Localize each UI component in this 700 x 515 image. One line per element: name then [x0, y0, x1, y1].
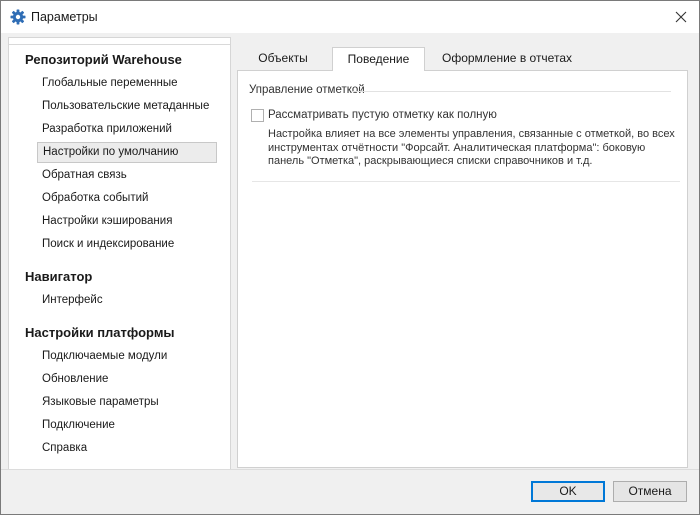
- nav-item-update[interactable]: Обновление: [37, 369, 217, 390]
- group-title: Управление отметкой: [249, 84, 365, 96]
- nav-divider: [9, 44, 230, 45]
- nav-item-search-indexing[interactable]: Поиск и индексирование: [37, 234, 217, 255]
- nav-item-caching-settings[interactable]: Настройки кэширования: [37, 211, 217, 232]
- nav-item-user-metadata[interactable]: Пользовательские метаданные: [37, 96, 217, 117]
- settings-dialog: Параметры Репозиторий Warehouse Глобальн…: [0, 0, 700, 515]
- treat-empty-selection-label[interactable]: Рассматривать пустую отметку как полную: [268, 109, 497, 121]
- nav-item-language[interactable]: Языковые параметры: [37, 392, 217, 413]
- title-bar: Параметры: [1, 1, 699, 33]
- nav-item-global-variables[interactable]: Глобальные переменные: [37, 73, 217, 94]
- window-title: Параметры: [31, 10, 98, 24]
- setting-description: Настройка влияет на все элементы управле…: [268, 128, 675, 167]
- tab-objects[interactable]: Объекты: [241, 47, 325, 70]
- nav-item-event-handling[interactable]: Обработка событий: [37, 188, 217, 209]
- close-icon[interactable]: [669, 5, 693, 29]
- tab-report-design[interactable]: Оформление в отчетах: [433, 47, 581, 70]
- group-divider: [351, 91, 671, 92]
- ok-button[interactable]: OK: [531, 481, 605, 502]
- description-divider: [252, 181, 680, 182]
- nav-item-feedback[interactable]: Обратная связь: [37, 165, 217, 186]
- gear-icon: [10, 9, 26, 25]
- nav-item-interface[interactable]: Интерфейс: [37, 290, 217, 311]
- nav-item-help[interactable]: Справка: [37, 438, 217, 459]
- nav-section-navigator-title: Навигатор: [25, 269, 93, 284]
- nav-item-app-development[interactable]: Разработка приложений: [37, 119, 217, 140]
- nav-item-connection[interactable]: Подключение: [37, 415, 217, 436]
- treat-empty-selection-checkbox[interactable]: [251, 109, 264, 122]
- nav-item-plugins[interactable]: Подключаемые модули: [37, 346, 217, 367]
- nav-section-warehouse-title: Репозиторий Warehouse: [25, 52, 182, 67]
- footer-divider: [1, 469, 699, 470]
- cancel-button[interactable]: Отмена: [613, 481, 687, 502]
- settings-navigation: Репозиторий Warehouse Глобальные перемен…: [8, 37, 231, 470]
- tab-behavior[interactable]: Поведение: [332, 47, 425, 71]
- nav-item-default-settings[interactable]: Настройки по умолчанию: [37, 142, 217, 163]
- nav-section-platform-title: Настройки платформы: [25, 325, 175, 340]
- behavior-panel: Управление отметкой Рассматривать пустую…: [237, 70, 688, 468]
